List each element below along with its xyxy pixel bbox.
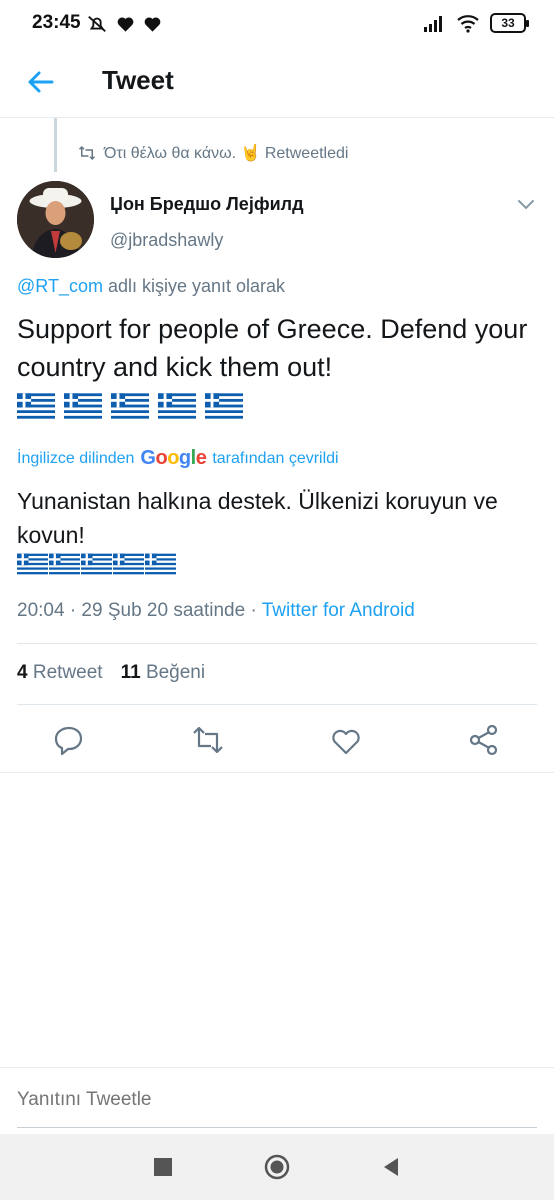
arrow-left-icon [28, 71, 54, 93]
translation-attribution[interactable]: İngilizce dilinden Google tarafından çev… [17, 447, 339, 470]
signal-icon [424, 16, 442, 32]
recents-button[interactable] [150, 1154, 176, 1180]
retweet-context[interactable]: Ότι θέλω θα κάνω. 🤘 Retweetledi [78, 143, 348, 163]
tweet-text: Support for people of Greece. Defend you… [17, 314, 528, 382]
tweet-timestamp: 20:04 · 29 Şub 20 saatinde · [17, 600, 262, 621]
circle-icon [264, 1154, 290, 1180]
like-button[interactable] [328, 722, 364, 758]
tweet-actions [0, 718, 554, 762]
translated-flag-row [17, 553, 176, 575]
divider [17, 643, 537, 644]
greece-flag-icon [205, 393, 243, 419]
divider [0, 772, 554, 773]
translated-text: Yunanistan halkına destek. Ülkenizi koru… [17, 488, 498, 548]
status-time: 23:45 [32, 12, 81, 33]
avatar[interactable] [17, 181, 94, 258]
retweet-icon [193, 726, 223, 754]
home-button[interactable] [264, 1154, 290, 1180]
like-heart-icon [332, 729, 360, 755]
greece-flag-icon [17, 553, 48, 575]
greece-flag-icon [81, 553, 112, 575]
translation-prefix: İngilizce dilinden [17, 449, 135, 467]
like-stat-label: Beğeni [145, 662, 206, 683]
reply-button[interactable] [51, 722, 87, 758]
compose-bar [0, 1069, 554, 1131]
reply-input[interactable] [17, 1089, 517, 1111]
greece-flag-icon [64, 393, 102, 419]
reply-icon [54, 726, 83, 756]
battery-icon: 33 [490, 13, 529, 33]
google-logo: Google [140, 447, 207, 469]
translation-suffix: tarafından çevrildi [212, 449, 339, 467]
back-button[interactable] [22, 64, 62, 100]
retweet-button[interactable] [190, 722, 226, 758]
share-icon [469, 724, 498, 756]
chevron-down-icon [518, 200, 534, 210]
greece-flag-icon [145, 553, 176, 575]
heart-icon [144, 16, 161, 32]
retweet-stat[interactable]: 4 Retweet [17, 662, 103, 684]
greece-flag-icon [111, 393, 149, 419]
greece-flag-icon [158, 393, 196, 419]
like-stat[interactable]: 11 Beğeni [121, 662, 206, 684]
tweet-menu-button[interactable] [514, 192, 538, 216]
retweet-count: 4 [17, 662, 28, 683]
tweet-meta: 20:04 · 29 Şub 20 saatinde · Twitter for… [17, 600, 415, 622]
author-handle[interactable]: @jbradshawly [110, 230, 223, 251]
status-bar: 23:45 33 [0, 0, 554, 48]
square-icon [154, 1158, 172, 1176]
divider [0, 1067, 554, 1068]
silent-bell-icon [88, 15, 106, 33]
retweet-small-icon [78, 145, 96, 161]
triangle-back-icon [384, 1158, 398, 1176]
divider [17, 704, 537, 705]
share-button[interactable] [466, 722, 502, 758]
retweet-context-text: Ότι θέλω θα κάνω. 🤘 Retweetledi [104, 145, 349, 162]
greece-flag-icon [49, 553, 80, 575]
wifi-icon [457, 15, 479, 33]
author-name[interactable]: Џон Бредшо Лејфилд [110, 194, 304, 215]
app-header: Tweet [0, 48, 554, 118]
retweet-stat-label: Retweet [32, 662, 103, 683]
avatar-image [17, 181, 94, 258]
thread-line [54, 118, 57, 172]
tweet-source-link[interactable]: Twitter for Android [262, 600, 415, 621]
reply-suffix: adlı kişiye yanıt olarak [102, 276, 286, 296]
heart-icon [117, 16, 134, 32]
input-underline [17, 1127, 537, 1128]
reply-to-line: @RT_com adlı kişiye yanıt olarak [17, 276, 285, 297]
tweet-stats: 4 Retweet 11 Beğeni [17, 662, 205, 684]
greece-flag-icon [113, 553, 144, 575]
system-nav-bar [0, 1134, 554, 1200]
reply-mention-link[interactable]: @RT_com [17, 276, 103, 296]
page-title: Tweet [102, 65, 174, 95]
like-count: 11 [120, 662, 141, 683]
back-nav-button[interactable] [378, 1154, 404, 1180]
flag-emoji-row [17, 392, 243, 420]
greece-flag-icon [17, 393, 55, 419]
